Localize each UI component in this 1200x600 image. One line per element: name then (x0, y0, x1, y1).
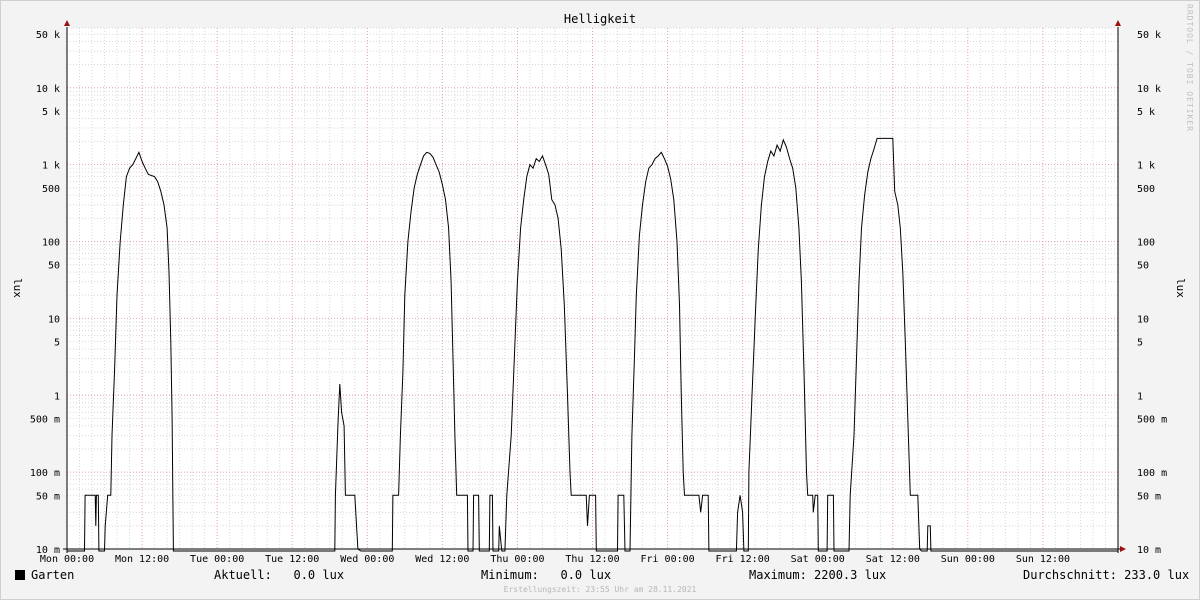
x-tick-label: Tue 00:00 (190, 554, 244, 565)
x-axis-arrow (1120, 546, 1126, 552)
legend-series-name: Garten (31, 568, 75, 582)
y-axis-arrow-left (64, 20, 70, 26)
chart-title: Helligkeit (564, 12, 636, 26)
y-tick-label-left: 500 m (30, 414, 60, 425)
chart-svg: 50 k 10 k 5 k 1 k 500 100 50 10 5 1 500 m 100 m 50 m… (11, 12, 1187, 565)
y-tick-label-left: 50 m (36, 491, 60, 502)
y-tick-label-right: 5 k (1137, 107, 1155, 118)
x-tick-label: Sun 12:00 (1016, 554, 1070, 565)
y-ticks-left: 50 k 10 k 5 k 1 k 500 100 50 10 5 1 500 m 100 m 50 m… (30, 30, 60, 556)
x-tick-label: Fri 00:00 (640, 554, 694, 565)
x-tick-label: Thu 12:00 (565, 554, 619, 565)
legend-current: Aktuell: 0.0 lux (214, 568, 345, 582)
y-tick-label-left: 10 (48, 314, 60, 325)
y-tick-label-left: 100 (42, 238, 60, 249)
legend-minimum: Minimum: 0.0 lux (481, 568, 612, 582)
legend-average: Durchschnitt: 233.0 lux (1023, 568, 1190, 582)
x-tick-label: Fri 12:00 (716, 554, 770, 565)
x-ticks: Mon 00:00 Mon 12:00 Tue 00:00 Tue 12:00 Wed … (40, 554, 1070, 565)
y-tick-label-left: 1 (54, 391, 60, 402)
y-tick-label-right: 1 k (1137, 161, 1155, 172)
legend-swatch (15, 570, 25, 580)
y-axis-arrow-right (1115, 20, 1121, 26)
y-tick-label-right: 10 m (1137, 545, 1161, 556)
x-tick-label: Mon 12:00 (115, 554, 169, 565)
x-tick-label: Thu 00:00 (490, 554, 544, 565)
y-tick-label-right: 50 m (1137, 491, 1161, 502)
y-tick-label-right: 500 m (1137, 414, 1167, 425)
y-tick-label-left: 500 (42, 184, 60, 195)
y-tick-label-right: 500 (1137, 184, 1155, 195)
legend-maximum: Maximum: 2200.3 lux (749, 568, 887, 582)
x-tick-label: Sat 00:00 (791, 554, 845, 565)
y-tick-label-left: 100 m (30, 468, 60, 479)
y-tick-label-right: 1 (1137, 391, 1143, 402)
creation-time-footer: Erstellungszeit: 23:55 Uhr am 28.11.2021 (503, 585, 697, 594)
y-tick-label-left: 1 k (42, 161, 60, 172)
y-tick-label-right: 50 (1137, 261, 1149, 272)
x-tick-label: Wed 00:00 (340, 554, 394, 565)
y-tick-label-right: 10 (1137, 314, 1149, 325)
x-tick-label: Sun 00:00 (941, 554, 995, 565)
y-tick-label-right: 10 k (1137, 84, 1161, 95)
y-tick-label-left: 5 k (42, 107, 60, 118)
y-tick-label-right: 50 k (1137, 30, 1161, 41)
y-tick-label-right: 100 m (1137, 468, 1167, 479)
y-axis-label-right: lux (1174, 278, 1187, 298)
rrdtool-watermark: RRDTOOL / TOBI OETIKER (1185, 4, 1194, 132)
x-tick-label: Wed 12:00 (415, 554, 469, 565)
x-tick-label: Tue 12:00 (265, 554, 319, 565)
y-tick-label-left: 5 (54, 338, 60, 349)
y-tick-label-right: 5 (1137, 338, 1143, 349)
y-tick-label-left: 50 (48, 261, 60, 272)
y-tick-label-left: 50 k (36, 30, 60, 41)
y-tick-label-left: 10 k (36, 84, 60, 95)
y-tick-label-right: 100 (1137, 238, 1155, 249)
x-tick-label: Sat 12:00 (866, 554, 920, 565)
legend-item-garten: Garten (15, 568, 74, 582)
y-axis-label-left: lux (11, 278, 24, 298)
x-tick-label: Mon 00:00 (40, 554, 94, 565)
y-ticks-right: 50 k 10 k 5 k 1 k 500 100 50 10 5 1 500 m 100 m 50 m… (1137, 30, 1167, 556)
